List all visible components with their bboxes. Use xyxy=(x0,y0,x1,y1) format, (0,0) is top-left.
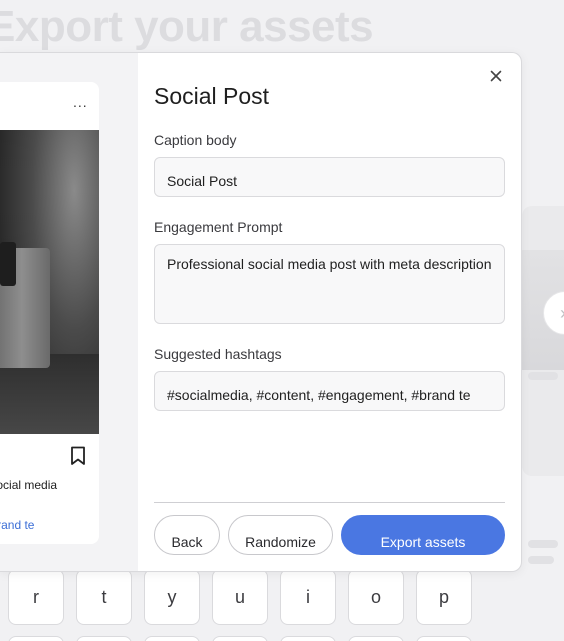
background-asset-card xyxy=(522,206,564,476)
preview-hashtags-text[interactable]: #content, #engagement, #brand te xyxy=(0,518,34,532)
image-product-detail xyxy=(0,242,16,286)
keyboard-key[interactable] xyxy=(416,636,472,641)
keyboard-key[interactable] xyxy=(348,636,404,641)
keyboard-key[interactable]: u xyxy=(212,569,268,625)
chevron-right-icon: › xyxy=(560,303,564,324)
back-button[interactable]: Back xyxy=(154,515,220,555)
caption-body-label: Caption body xyxy=(154,132,237,148)
close-icon xyxy=(490,69,502,87)
bookmark-icon[interactable] xyxy=(70,446,86,466)
keyboard-key[interactable]: o xyxy=(348,569,404,625)
engagement-prompt-label: Engagement Prompt xyxy=(154,219,283,235)
preview-caption-text: Professional social media xyxy=(0,478,58,492)
close-button[interactable] xyxy=(485,67,507,89)
post-preview-card: ... Professional social media #content, … xyxy=(0,82,99,544)
engagement-prompt-field[interactable]: Professional social media post with meta… xyxy=(154,244,505,324)
keyboard-key[interactable]: i xyxy=(280,569,336,625)
post-preview-pane: ... Professional social media #content, … xyxy=(0,53,138,571)
export-assets-button[interactable]: Export assets xyxy=(341,515,505,555)
post-preview-image xyxy=(0,130,99,434)
caption-body-field[interactable]: Social Post xyxy=(154,157,505,197)
keyboard-key[interactable] xyxy=(280,636,336,641)
keyboard-key[interactable] xyxy=(76,636,132,641)
more-options-icon[interactable]: ... xyxy=(73,94,88,110)
keyboard-key[interactable] xyxy=(144,636,200,641)
hashtags-label: Suggested hashtags xyxy=(154,346,282,362)
randomize-button[interactable]: Randomize xyxy=(228,515,333,555)
post-edit-form: Social Post Caption body Social Post Eng… xyxy=(154,53,507,571)
hashtags-field[interactable]: #socialmedia, #content, #engagement, #br… xyxy=(154,371,505,411)
keyboard-key[interactable]: r xyxy=(8,569,64,625)
social-post-modal: ... Professional social media #content, … xyxy=(0,52,522,572)
keyboard-key[interactable]: t xyxy=(76,569,132,625)
keyboard-key[interactable] xyxy=(212,636,268,641)
keyboard-key[interactable]: y xyxy=(144,569,200,625)
modal-title: Social Post xyxy=(154,83,270,109)
divider xyxy=(154,502,505,503)
keyboard-key[interactable] xyxy=(8,636,64,641)
background-page-heading: Export your assets xyxy=(0,2,374,51)
keyboard-key[interactable]: p xyxy=(416,569,472,625)
